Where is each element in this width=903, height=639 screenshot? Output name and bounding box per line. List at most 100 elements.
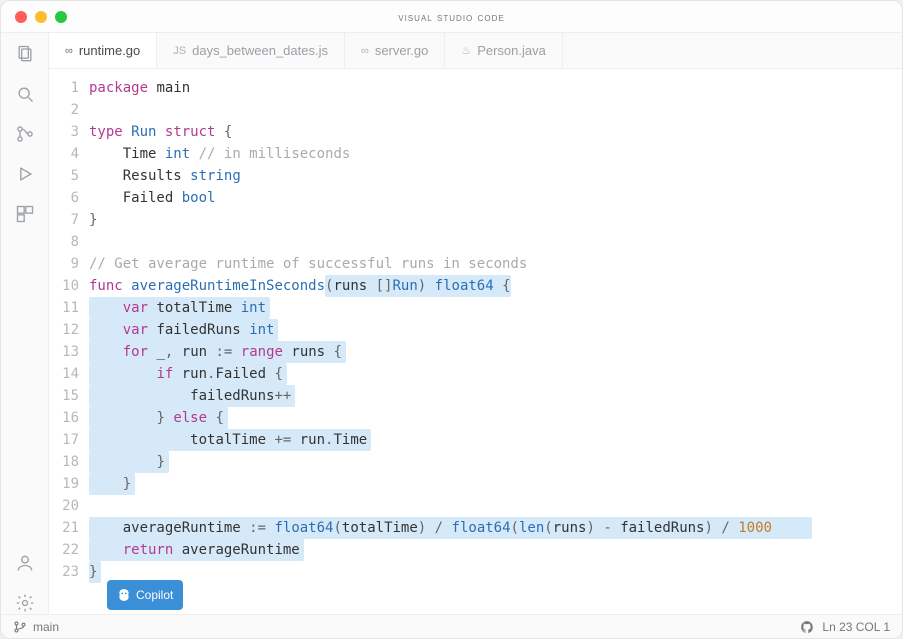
code-line[interactable]: 18 } [49, 451, 902, 473]
code-content[interactable]: } [89, 473, 902, 495]
code-content[interactable]: averageRuntime := float64(totalTime) / f… [89, 517, 902, 539]
code-line[interactable]: 11 var totalTime int [49, 297, 902, 319]
explorer-icon[interactable] [14, 43, 36, 65]
line-number: 8 [49, 231, 89, 253]
code-content[interactable]: Failed bool [89, 187, 902, 209]
code-content[interactable] [89, 99, 902, 121]
line-number: 7 [49, 209, 89, 231]
code-content[interactable]: // Get average runtime of successful run… [89, 253, 902, 275]
code-line[interactable]: 1package main [49, 77, 902, 99]
code-line[interactable]: 2 [49, 99, 902, 121]
code-line[interactable]: 6 Failed bool [49, 187, 902, 209]
code-content[interactable]: } [89, 451, 902, 473]
code-line[interactable]: 17 totalTime += run.Time [49, 429, 902, 451]
code-line[interactable]: 5 Results string [49, 165, 902, 187]
code-line[interactable]: 22 return averageRuntime [49, 539, 902, 561]
code-content[interactable]: Time int // in milliseconds [89, 143, 902, 165]
code-line[interactable]: 8 [49, 231, 902, 253]
settings-gear-icon[interactable] [14, 592, 36, 614]
tab-label: server.go [375, 43, 428, 58]
tab-days-between-dates-js[interactable]: JS days_between_dates.js [157, 33, 345, 68]
line-number: 1 [49, 77, 89, 99]
line-number: 14 [49, 363, 89, 385]
code-line[interactable]: 16 } else { [49, 407, 902, 429]
copilot-icon [117, 588, 131, 602]
code-editor[interactable]: 1package main23type Run struct {4 Time i… [49, 69, 902, 614]
git-branch-icon [13, 620, 27, 634]
accounts-icon[interactable] [14, 552, 36, 574]
code-line[interactable]: 10func averageRuntimeInSeconds(runs []Ru… [49, 275, 902, 297]
line-number: 23 [49, 561, 89, 583]
code-line[interactable]: 19 } [49, 473, 902, 495]
code-content[interactable]: type Run struct { [89, 121, 902, 143]
window-title: VISUAL STUDIO CODE [1, 10, 902, 24]
tab-label: Person.java [477, 43, 546, 58]
code-line[interactable]: 21 averageRuntime := float64(totalTime) … [49, 517, 902, 539]
line-number: 5 [49, 165, 89, 187]
code-content[interactable]: } [89, 561, 902, 583]
code-content[interactable]: Results string [89, 165, 902, 187]
editor-area: ∞ runtime.go JS days_between_dates.js ∞ serve… [49, 33, 902, 614]
code-content[interactable]: } else { [89, 407, 902, 429]
file-type-icon: JS [173, 45, 186, 57]
code-content[interactable]: var totalTime int [89, 297, 902, 319]
code-content[interactable]: } [89, 209, 902, 231]
line-number: 3 [49, 121, 89, 143]
title-bar: VISUAL STUDIO CODE [1, 1, 902, 33]
code-content[interactable] [89, 231, 902, 253]
file-type-icon: ∞ [361, 45, 369, 57]
source-control-icon[interactable] [14, 123, 36, 145]
code-content[interactable] [89, 495, 902, 517]
code-content[interactable]: if run.Failed { [89, 363, 902, 385]
code-line[interactable]: 20 [49, 495, 902, 517]
code-line[interactable]: 13 for _, run := range runs { [49, 341, 902, 363]
line-number: 21 [49, 517, 89, 539]
code-line[interactable]: 15 failedRuns++ [49, 385, 902, 407]
search-icon[interactable] [14, 83, 36, 105]
line-number: 17 [49, 429, 89, 451]
file-type-icon: ♨ [461, 44, 471, 57]
cursor-position[interactable]: Ln 23 COL 1 [822, 620, 890, 634]
line-number: 19 [49, 473, 89, 495]
extensions-icon[interactable] [14, 203, 36, 225]
run-debug-icon[interactable] [14, 163, 36, 185]
code-content[interactable]: var failedRuns int [89, 319, 902, 341]
code-content[interactable]: for _, run := range runs { [89, 341, 902, 363]
code-line[interactable]: 7} [49, 209, 902, 231]
line-number: 22 [49, 539, 89, 561]
line-number: 12 [49, 319, 89, 341]
editor-tabs: ∞ runtime.go JS days_between_dates.js ∞ serve… [49, 33, 902, 69]
line-number: 2 [49, 99, 89, 121]
tab-label: days_between_dates.js [192, 43, 328, 58]
line-number: 16 [49, 407, 89, 429]
line-number: 4 [49, 143, 89, 165]
code-line[interactable]: 12 var failedRuns int [49, 319, 902, 341]
app-window: VISUAL STUDIO CODE [0, 0, 903, 639]
activity-bar [1, 33, 49, 614]
file-type-icon: ∞ [65, 45, 73, 57]
code-line[interactable]: 4 Time int // in milliseconds [49, 143, 902, 165]
line-number: 11 [49, 297, 89, 319]
code-content[interactable]: func averageRuntimeInSeconds(runs []Run)… [89, 275, 902, 297]
tab-person-java[interactable]: ♨ Person.java [445, 33, 563, 68]
code-content[interactable]: return averageRuntime [89, 539, 902, 561]
line-number: 6 [49, 187, 89, 209]
line-number: 18 [49, 451, 89, 473]
tab-server-go[interactable]: ∞ server.go [345, 33, 445, 68]
tab-label: runtime.go [79, 43, 140, 58]
copilot-label: Copilot [136, 584, 173, 606]
github-icon[interactable] [800, 620, 814, 634]
code-line[interactable]: 9// Get average runtime of successful ru… [49, 253, 902, 275]
code-content[interactable]: totalTime += run.Time [89, 429, 902, 451]
copilot-button[interactable]: Copilot [107, 580, 183, 610]
line-number: 20 [49, 495, 89, 517]
line-number: 13 [49, 341, 89, 363]
code-line[interactable]: 14 if run.Failed { [49, 363, 902, 385]
line-number: 10 [49, 275, 89, 297]
code-content[interactable]: package main [89, 77, 902, 99]
line-number: 9 [49, 253, 89, 275]
tab-runtime-go[interactable]: ∞ runtime.go [49, 33, 157, 68]
git-branch-name[interactable]: main [33, 620, 59, 634]
code-content[interactable]: failedRuns++ [89, 385, 902, 407]
code-line[interactable]: 3type Run struct { [49, 121, 902, 143]
